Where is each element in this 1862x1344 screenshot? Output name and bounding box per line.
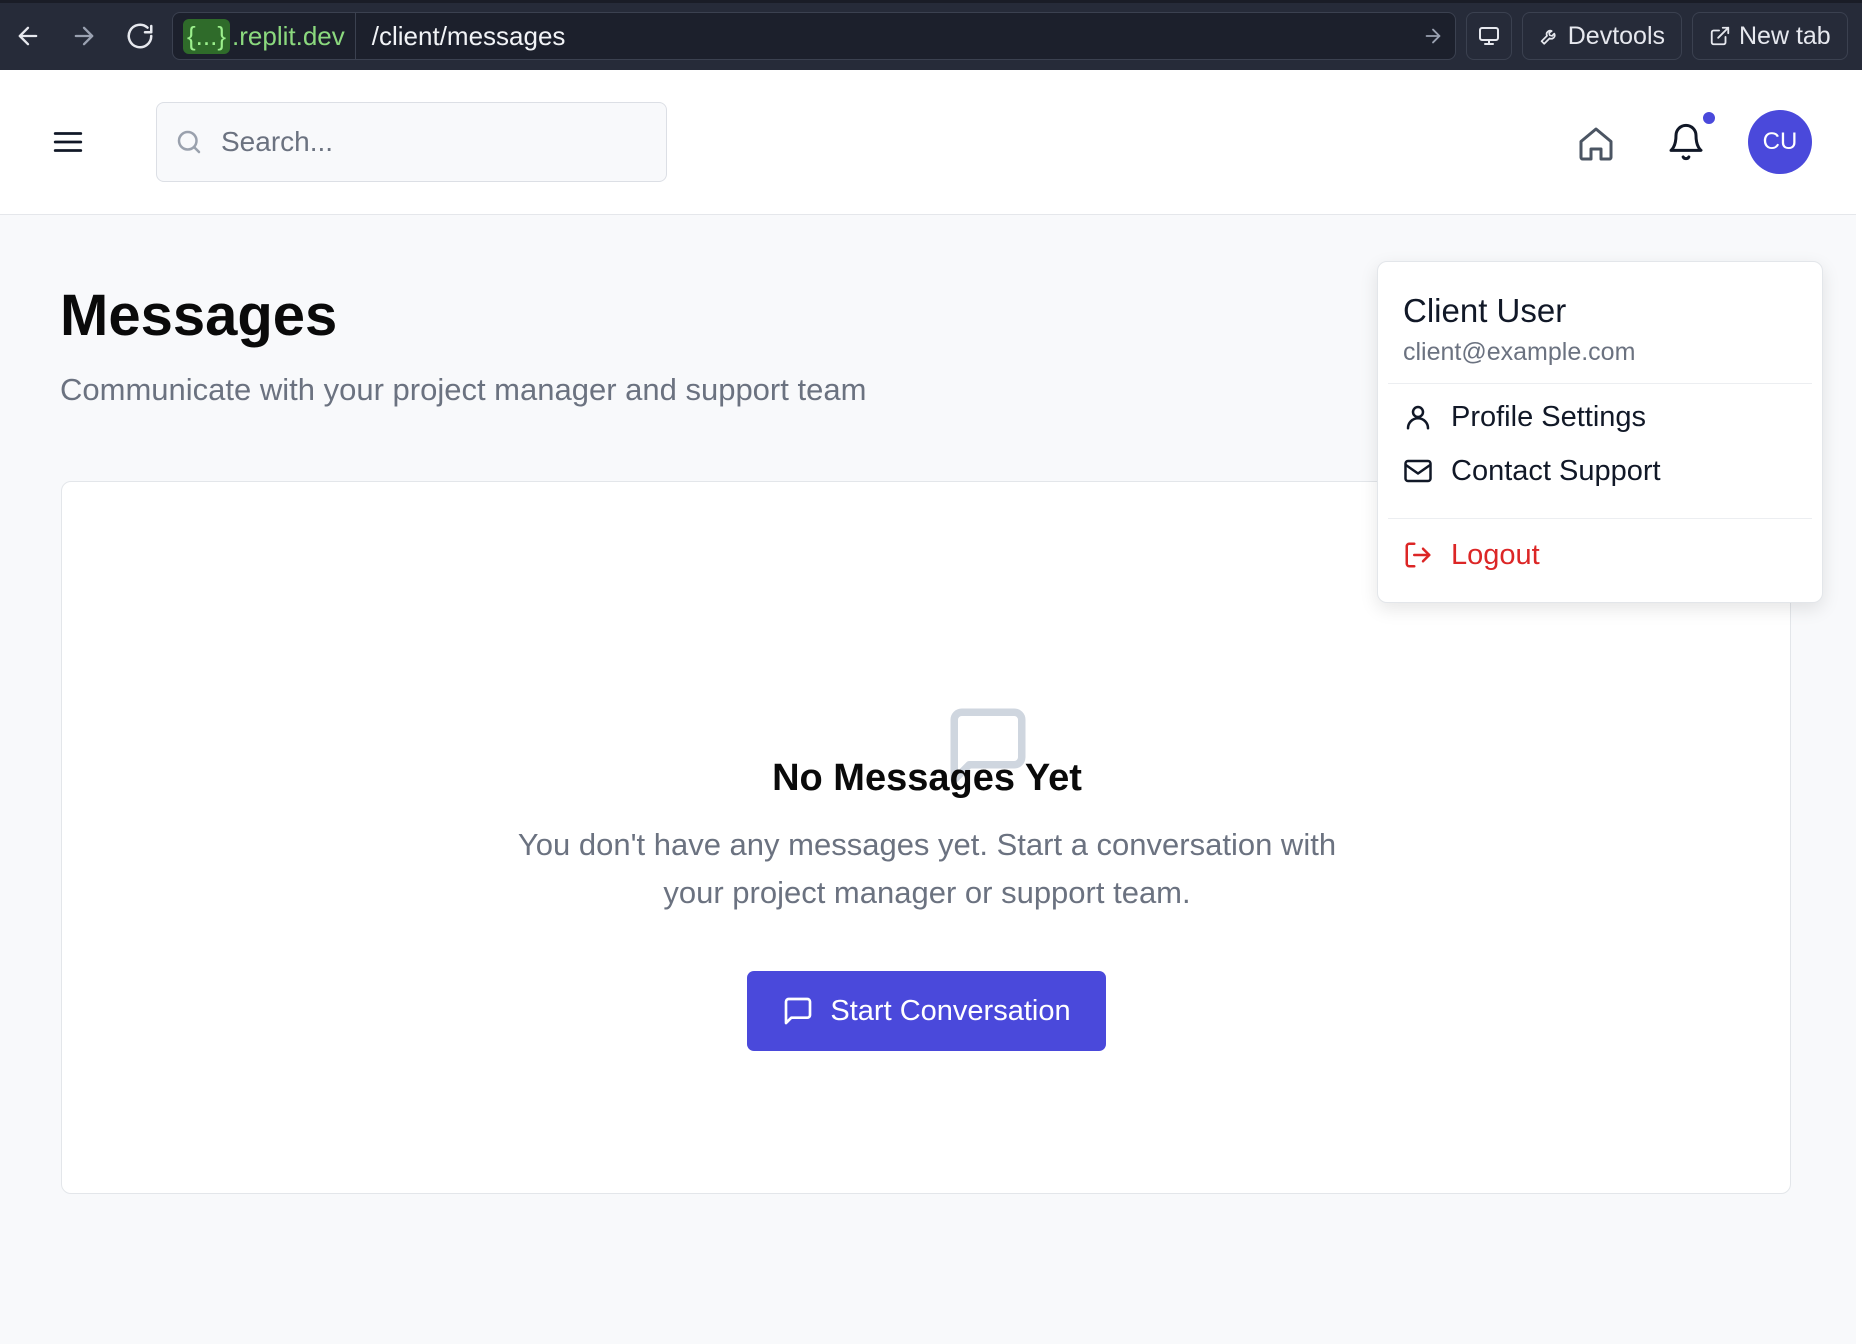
url-host-brace: {...} xyxy=(183,18,231,54)
logout-label: Logout xyxy=(1451,538,1540,571)
window-edge xyxy=(1856,70,1862,1344)
avatar[interactable]: CU xyxy=(1748,110,1812,174)
user-icon xyxy=(1403,402,1433,432)
new-tab-button[interactable]: New tab xyxy=(1692,12,1848,60)
page-title: Messages xyxy=(60,283,338,348)
message-square-icon xyxy=(785,997,812,1025)
home-button[interactable] xyxy=(1570,118,1622,170)
browser-toolbar: {...} .replit.dev /client/messages Devto… xyxy=(0,0,1862,70)
search-icon xyxy=(157,127,221,157)
reload-button[interactable] xyxy=(118,14,162,58)
start-conversation-label: Start Conversation xyxy=(830,994,1071,1027)
menu-divider xyxy=(1388,383,1812,384)
arrow-right-icon xyxy=(1425,28,1441,44)
new-tab-label: New tab xyxy=(1739,21,1831,50)
bell-icon xyxy=(1669,123,1703,161)
user-name: Client User xyxy=(1403,292,1567,329)
search-input[interactable] xyxy=(221,126,641,158)
search-box[interactable] xyxy=(156,102,667,182)
forward-button[interactable] xyxy=(62,14,106,58)
menu-item-label: Profile Settings xyxy=(1451,400,1647,433)
monitor-icon xyxy=(1479,27,1499,45)
back-button[interactable] xyxy=(6,14,50,58)
start-conversation-button[interactable]: Start Conversation xyxy=(747,971,1106,1051)
url-path[interactable]: /client/messages xyxy=(356,21,1411,52)
screen-button[interactable] xyxy=(1466,12,1512,60)
arrow-right-icon xyxy=(74,26,94,46)
menu-item-profile-settings[interactable]: Profile Settings xyxy=(1403,392,1646,442)
menu-toggle-button[interactable] xyxy=(46,120,90,164)
app-viewport: CU Messages Communicate with your projec… xyxy=(0,70,1856,1344)
reload-icon xyxy=(127,23,153,49)
wrench-icon xyxy=(1540,29,1556,45)
menu-item-contact-support[interactable]: Contact Support xyxy=(1403,446,1661,496)
top-navbar: CU xyxy=(0,70,1856,215)
tab-strip-edge xyxy=(0,0,1862,3)
external-link-icon xyxy=(1710,26,1730,46)
user-menu-dropdown: Client User client@example.com Profile S… xyxy=(1377,261,1823,603)
devtools-label: Devtools xyxy=(1567,21,1665,50)
menu-divider xyxy=(1388,518,1812,519)
empty-state-title: No Messages Yet xyxy=(772,757,1082,799)
home-icon xyxy=(1579,127,1613,161)
url-host-domain: .replit.dev xyxy=(232,20,345,51)
notification-dot xyxy=(1701,110,1717,126)
page-subtitle: Communicate with your project manager an… xyxy=(60,372,867,407)
empty-state-text: You don't have any messages yet. Start a… xyxy=(517,827,1337,910)
menu-item-label: Contact Support xyxy=(1451,454,1661,487)
logout-icon xyxy=(1403,540,1433,570)
arrow-left-icon xyxy=(18,26,38,46)
mail-icon xyxy=(1403,456,1433,486)
menu-item-logout[interactable]: Logout xyxy=(1403,530,1540,580)
go-button[interactable] xyxy=(1411,25,1455,47)
devtools-button[interactable]: Devtools xyxy=(1522,12,1682,60)
user-email: client@example.com xyxy=(1403,338,1636,366)
url-host: {...} .replit.dev xyxy=(173,12,356,60)
menu-icon xyxy=(53,132,83,152)
address-bar[interactable]: {...} .replit.dev /client/messages xyxy=(172,12,1456,60)
